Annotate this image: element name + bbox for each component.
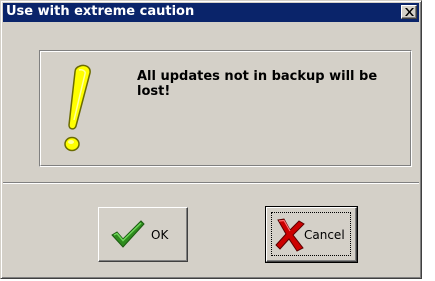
caution-dialog: Use with extreme caution All updates not… — [0, 0, 422, 279]
cancel-button-label: Cancel — [304, 228, 345, 242]
close-x-icon — [405, 8, 414, 16]
checkmark-icon — [111, 220, 145, 248]
title-bar[interactable]: Use with extreme caution — [3, 3, 419, 22]
ok-button[interactable]: OK — [98, 207, 188, 262]
ok-button-label: OK — [151, 228, 169, 242]
separator — [3, 182, 419, 184]
message-panel — [39, 50, 412, 167]
close-button[interactable] — [401, 5, 417, 19]
window-title: Use with extreme caution — [6, 4, 195, 19]
cancel-button[interactable]: Cancel — [265, 206, 358, 263]
message-text: All updates not in backup will be lost! — [137, 69, 378, 99]
red-x-icon — [275, 218, 305, 252]
exclamation-icon — [64, 64, 91, 152]
